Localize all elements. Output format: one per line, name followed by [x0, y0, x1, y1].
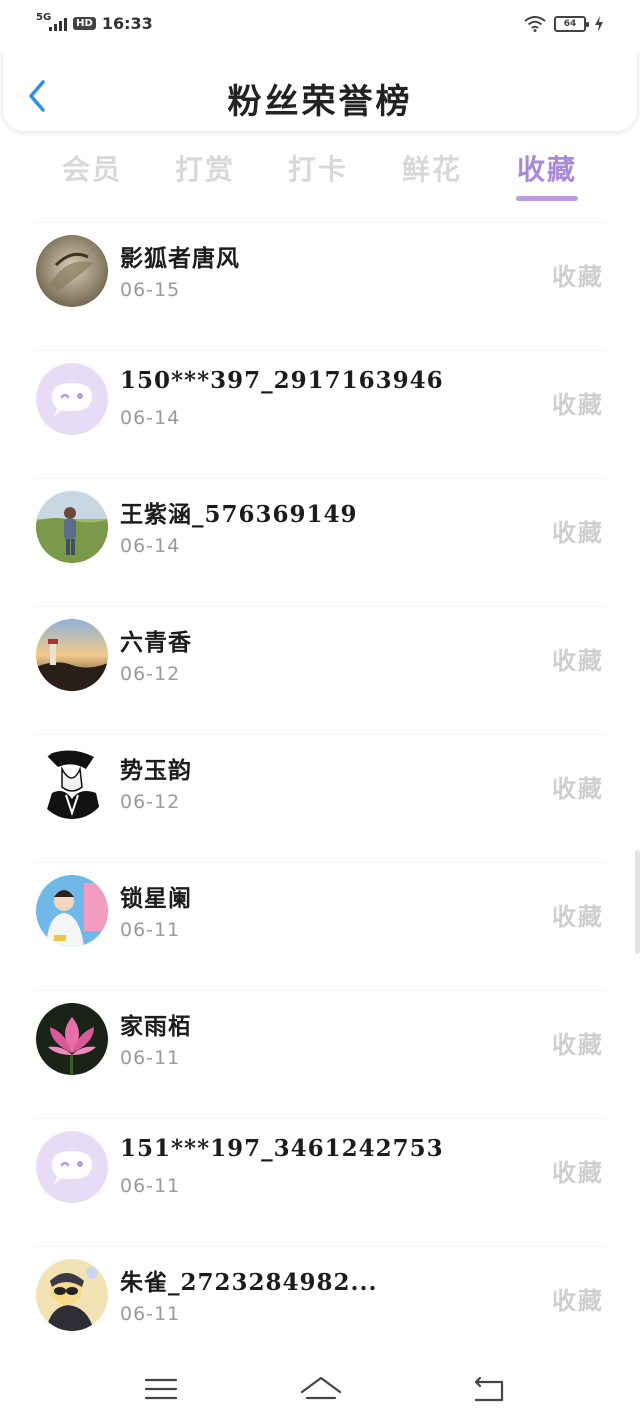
- fan-status: 收藏: [552, 1031, 604, 1059]
- nav-back-button[interactable]: [470, 1370, 510, 1410]
- list-item[interactable]: 151***197_3461242753 06-11 收藏: [34, 1118, 606, 1246]
- scrollbar[interactable]: [635, 850, 640, 954]
- status-right: 64: [524, 16, 604, 32]
- wifi-icon: [524, 16, 546, 32]
- fan-date: 06-11: [120, 1047, 181, 1069]
- hd-badge: HD: [73, 17, 96, 30]
- avatar: [36, 875, 108, 947]
- fan-status: 收藏: [552, 775, 604, 803]
- page-title: 粉丝荣誉榜: [227, 82, 413, 122]
- avatar: [36, 363, 108, 435]
- status-bar: 5G HD 16:33 64: [0, 0, 640, 50]
- list-item[interactable]: 锁星阑 06-11 收藏: [34, 862, 606, 990]
- tab-reward[interactable]: 打赏: [160, 148, 250, 188]
- fan-status: 收藏: [552, 391, 604, 419]
- fan-date: 06-14: [120, 535, 181, 557]
- fan-name: 势玉韵: [120, 757, 192, 784]
- list-item[interactable]: 六青香 06-12 收藏: [34, 606, 606, 734]
- header: 粉丝荣誉榜: [2, 52, 638, 132]
- avatar: [36, 491, 108, 563]
- status-time: 16:33: [101, 14, 153, 33]
- fan-date: 06-11: [120, 1303, 181, 1325]
- fan-date: 06-14: [120, 407, 181, 429]
- fan-status: 收藏: [552, 647, 604, 675]
- active-tab-indicator: [516, 196, 578, 201]
- fan-name: 王紫涵_576369149: [120, 501, 358, 528]
- tab-checkin[interactable]: 打卡: [273, 148, 363, 188]
- fan-status: 收藏: [552, 519, 604, 547]
- fan-name: 锁星阑: [120, 885, 192, 912]
- fan-name: 151***197_3461242753: [120, 1135, 444, 1162]
- list-item[interactable]: 150***397_2917163946 06-14 收藏: [34, 350, 606, 478]
- fan-status: 收藏: [552, 263, 604, 291]
- fan-date: 06-15: [120, 279, 181, 301]
- back-icon: [474, 1376, 504, 1402]
- nav-home-button[interactable]: [298, 1370, 344, 1410]
- fan-status: 收藏: [552, 903, 604, 931]
- fan-name: 150***397_2917163946: [120, 367, 444, 394]
- fan-date: 06-11: [120, 919, 181, 941]
- menu-icon: [144, 1378, 178, 1400]
- fan-list: 影狐者唐风 06-15 收藏 150***397_2917163946 06-1…: [0, 222, 640, 1374]
- fan-status: 收藏: [552, 1159, 604, 1187]
- fan-status: 收藏: [552, 1287, 604, 1315]
- fan-name: 家雨栢: [120, 1013, 192, 1040]
- list-item[interactable]: 王紫涵_576369149 06-14 收藏: [34, 478, 606, 606]
- nav-menu-button[interactable]: [142, 1370, 182, 1410]
- fan-date: 06-12: [120, 663, 181, 685]
- home-icon: [300, 1376, 342, 1400]
- avatar: [36, 235, 108, 307]
- fan-name: 六青香: [120, 629, 192, 656]
- tab-bar: 会员 打赏 打卡 鲜花 收藏: [0, 140, 640, 210]
- list-item[interactable]: 势玉韵 06-12 收藏: [34, 734, 606, 862]
- status-left: 5G HD 16:33: [36, 11, 153, 33]
- list-item[interactable]: 影狐者唐风 06-15 收藏: [34, 222, 606, 350]
- fan-date: 06-12: [120, 791, 181, 813]
- list-item[interactable]: 家雨栢 06-11 收藏: [34, 990, 606, 1118]
- tab-flowers[interactable]: 鲜花: [387, 148, 477, 188]
- signal-icon: [49, 17, 68, 31]
- fan-name: 影狐者唐风: [120, 245, 240, 272]
- network-type: 5G: [36, 11, 52, 23]
- avatar: [36, 1259, 108, 1331]
- avatar: [36, 619, 108, 691]
- system-nav-bar: [0, 1350, 640, 1427]
- avatar: [36, 1003, 108, 1075]
- tab-favorites[interactable]: 收藏: [502, 148, 592, 188]
- tab-membership[interactable]: 会员: [47, 148, 137, 188]
- avatar: [36, 1131, 108, 1203]
- fan-date: 06-11: [120, 1175, 181, 1197]
- charging-icon: [595, 16, 603, 32]
- battery-icon: 64: [554, 16, 589, 32]
- fan-name: 朱雀_2723284982...: [120, 1269, 378, 1296]
- avatar: [36, 747, 108, 819]
